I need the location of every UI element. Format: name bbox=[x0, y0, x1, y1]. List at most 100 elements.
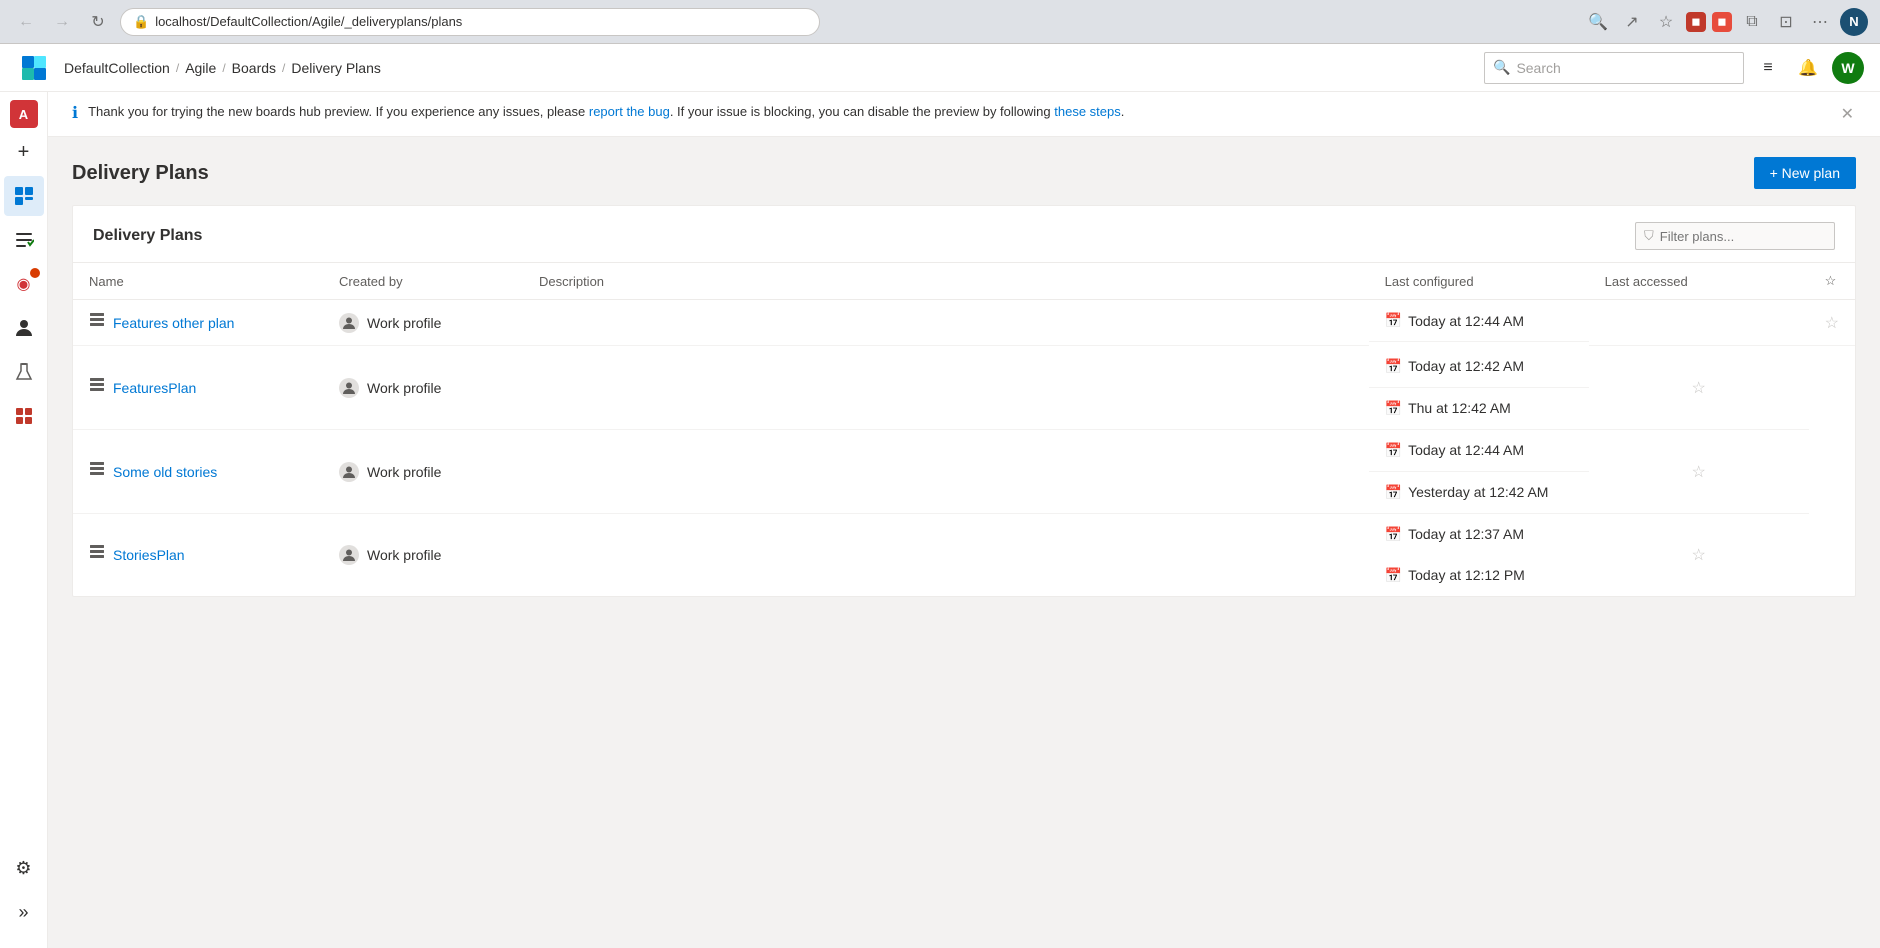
share-button[interactable]: ↗ bbox=[1618, 8, 1646, 36]
bell-icon-button[interactable]: 🔔 bbox=[1792, 52, 1824, 84]
browser-chrome: ← → ↻ 🔒 localhost/DefaultCollection/Agil… bbox=[0, 0, 1880, 44]
search-icon: 🔍 bbox=[1493, 59, 1510, 76]
forward-button[interactable]: → bbox=[48, 8, 76, 36]
table-row: FeaturesPlan Work profile 📅 bbox=[73, 346, 1855, 430]
favorite-star-button[interactable]: ☆ bbox=[1825, 313, 1839, 333]
user-icon bbox=[339, 462, 359, 482]
star-cell: ☆ bbox=[1589, 430, 1809, 514]
user-icon bbox=[339, 545, 359, 565]
banner-close-button[interactable]: ✕ bbox=[1839, 102, 1856, 126]
info-banner: ℹ Thank you for trying the new boards hu… bbox=[48, 92, 1880, 137]
calendar-icon-accessed: 📅 bbox=[1385, 567, 1402, 584]
favorite-button[interactable]: ☆ bbox=[1652, 8, 1680, 36]
plan-name-link[interactable]: FeaturesPlan bbox=[113, 380, 196, 396]
url-text: localhost/DefaultCollection/Agile/_deliv… bbox=[155, 14, 462, 29]
extension-2: ◼ bbox=[1712, 12, 1732, 32]
sidebar-item-collapse[interactable]: » bbox=[4, 892, 44, 932]
filter-input[interactable] bbox=[1660, 229, 1826, 244]
plan-name-link[interactable]: StoriesPlan bbox=[113, 547, 185, 563]
calendar-icon-accessed: 📅 bbox=[1385, 400, 1402, 417]
extension-1: ◼ bbox=[1686, 12, 1706, 32]
sidebar-item-boards[interactable] bbox=[4, 176, 44, 216]
breadcrumb-item-0[interactable]: DefaultCollection bbox=[64, 60, 170, 76]
sidebar-item-settings[interactable]: ⚙ bbox=[4, 848, 44, 888]
sidebar-item-checklist[interactable] bbox=[4, 220, 44, 260]
these-steps-link[interactable]: these steps bbox=[1054, 104, 1121, 119]
calendar-icon: 📅 bbox=[1385, 358, 1402, 375]
main-content: ℹ Thank you for trying the new boards hu… bbox=[48, 92, 1880, 948]
user-icon bbox=[339, 378, 359, 398]
last-configured-cell: 📅 Today at 12:44 AM bbox=[1369, 300, 1589, 342]
star-cell: ☆ bbox=[1589, 346, 1809, 430]
extensions-button[interactable]: ⧉ bbox=[1738, 8, 1766, 36]
calendar-icon: 📅 bbox=[1385, 312, 1402, 329]
th-name: Name bbox=[73, 263, 323, 300]
app-container: DefaultCollection / Agile / Boards / Del… bbox=[0, 44, 1880, 948]
app-logo[interactable] bbox=[16, 50, 52, 86]
calendar-icon: 📅 bbox=[1385, 442, 1402, 459]
filter-icon: ⛉ bbox=[1644, 228, 1654, 244]
info-icon: ℹ bbox=[72, 103, 78, 123]
created-by-cell: Work profile bbox=[323, 300, 523, 346]
sidebar-item-badge[interactable]: ◉ bbox=[4, 264, 44, 304]
back-button[interactable]: ← bbox=[12, 8, 40, 36]
table-row: Features other plan Work profile 📅 bbox=[73, 300, 1855, 346]
search-input[interactable] bbox=[1516, 60, 1735, 76]
last-accessed-cell: 📅 Thu at 12:42 AM bbox=[1369, 388, 1589, 430]
plan-icon bbox=[89, 544, 105, 565]
content-area: A + ◉ bbox=[0, 92, 1880, 948]
plan-name-link[interactable]: Features other plan bbox=[113, 315, 234, 331]
created-by-name: Work profile bbox=[367, 547, 441, 563]
sidebar-item-flask[interactable] bbox=[4, 352, 44, 392]
user-avatar-nav[interactable]: W bbox=[1832, 52, 1864, 84]
created-by-name: Work profile bbox=[367, 380, 441, 396]
browser-user-avatar[interactable]: N bbox=[1840, 8, 1868, 36]
created-by-cell: Work profile bbox=[323, 514, 523, 596]
plans-table: Name Created by Description Last configu… bbox=[73, 263, 1855, 596]
plan-name-link[interactable]: Some old stories bbox=[113, 464, 217, 480]
search-box[interactable]: 🔍 bbox=[1484, 52, 1744, 84]
breadcrumb-item-3[interactable]: Delivery Plans bbox=[291, 60, 380, 76]
breadcrumb-sep-0: / bbox=[176, 61, 179, 75]
breadcrumb-item-1[interactable]: Agile bbox=[185, 60, 216, 76]
more-button[interactable]: ⋯ bbox=[1806, 8, 1834, 36]
plan-icon bbox=[89, 312, 105, 333]
banner-text: Thank you for trying the new boards hub … bbox=[88, 102, 1829, 122]
report-bug-link[interactable]: report the bug bbox=[589, 104, 670, 119]
notification-badge bbox=[30, 268, 40, 278]
refresh-button[interactable]: ↻ bbox=[84, 8, 112, 36]
th-last-accessed: Last accessed bbox=[1589, 263, 1809, 300]
filter-box[interactable]: ⛉ bbox=[1635, 222, 1835, 250]
table-row: StoriesPlan Work profile 📅 bbox=[73, 514, 1855, 596]
list-icon-button[interactable]: ≡ bbox=[1752, 52, 1784, 84]
search-page-button[interactable]: 🔍 bbox=[1584, 8, 1612, 36]
favorite-star-button[interactable]: ☆ bbox=[1691, 378, 1705, 398]
sidebar-item-people[interactable] bbox=[4, 308, 44, 348]
favorite-star-button[interactable]: ☆ bbox=[1691, 545, 1705, 565]
breadcrumb-sep-1: / bbox=[222, 61, 225, 75]
last-configured-cell: 📅 Today at 12:44 AM bbox=[1369, 430, 1589, 472]
breadcrumb: DefaultCollection / Agile / Boards / Del… bbox=[64, 60, 1484, 76]
plan-icon bbox=[89, 461, 105, 482]
page-title: Delivery Plans bbox=[72, 162, 209, 185]
sidebar-item-box[interactable] bbox=[4, 396, 44, 436]
side-avatar[interactable]: A bbox=[10, 100, 38, 128]
favorite-star-button[interactable]: ☆ bbox=[1691, 462, 1705, 482]
plan-name-cell: Some old stories bbox=[73, 430, 323, 514]
breadcrumb-item-2[interactable]: Boards bbox=[232, 60, 276, 76]
address-bar[interactable]: 🔒 localhost/DefaultCollection/Agile/_del… bbox=[120, 8, 820, 36]
new-plan-button[interactable]: + New plan bbox=[1754, 157, 1856, 189]
created-by-cell: Work profile bbox=[323, 346, 523, 430]
table-header-row: Name Created by Description Last configu… bbox=[73, 263, 1855, 300]
top-nav: DefaultCollection / Agile / Boards / Del… bbox=[0, 44, 1880, 92]
plan-icon bbox=[89, 377, 105, 398]
last-configured-cell: 📅 Today at 12:42 AM bbox=[1369, 346, 1589, 388]
page-header: Delivery Plans + New plan bbox=[48, 137, 1880, 205]
split-view-button[interactable]: ⊡ bbox=[1772, 8, 1800, 36]
sidebar-item-add[interactable]: + bbox=[4, 132, 44, 172]
plan-name-cell: FeaturesPlan bbox=[73, 346, 323, 430]
last-accessed-cell bbox=[1589, 300, 1809, 346]
breadcrumb-sep-2: / bbox=[282, 61, 285, 75]
calendar-icon-accessed: 📅 bbox=[1385, 484, 1402, 501]
plans-card-header: Delivery Plans ⛉ bbox=[73, 206, 1855, 263]
